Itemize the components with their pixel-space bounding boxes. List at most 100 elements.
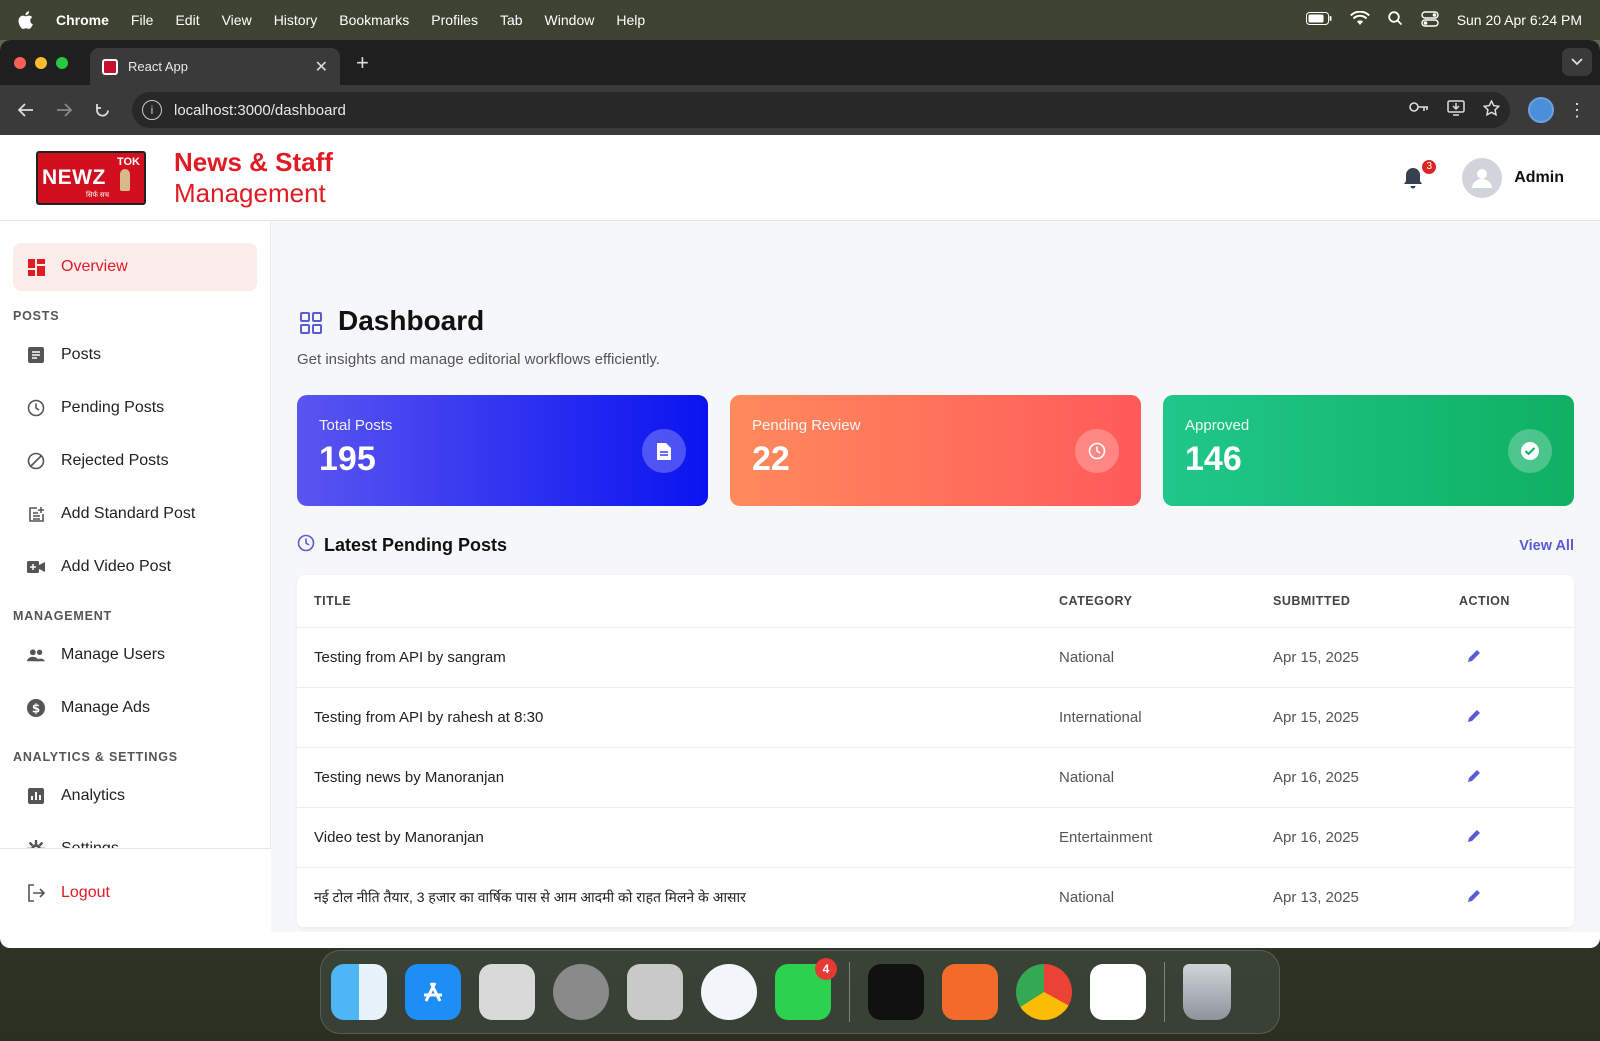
menu-file[interactable]: File bbox=[131, 12, 154, 28]
address-bar[interactable]: i localhost:3000/dashboard bbox=[132, 92, 1510, 128]
bar-chart-icon bbox=[27, 787, 45, 805]
sidebar-item-add-video-post[interactable]: Add Video Post bbox=[13, 543, 257, 591]
table-row[interactable]: Testing from API by sangram National Apr… bbox=[297, 627, 1574, 688]
back-arrow-icon[interactable] bbox=[14, 98, 38, 122]
sidebar-item-manage-ads[interactable]: $ Manage Ads bbox=[13, 684, 257, 732]
cell-category: National bbox=[1042, 867, 1256, 928]
menu-app-name[interactable]: Chrome bbox=[56, 12, 109, 28]
menu-bookmarks[interactable]: Bookmarks bbox=[339, 12, 409, 28]
user-name[interactable]: Admin bbox=[1514, 169, 1564, 187]
spotlight-search-icon[interactable] bbox=[1387, 11, 1403, 29]
postman-icon[interactable] bbox=[942, 964, 998, 1020]
logout-icon bbox=[27, 884, 45, 902]
new-tab-icon[interactable]: + bbox=[356, 50, 369, 76]
cell-submitted: Apr 16, 2025 bbox=[1256, 747, 1442, 808]
cube-app-icon[interactable] bbox=[868, 964, 924, 1020]
more-menu-icon[interactable]: ⋮ bbox=[1568, 100, 1586, 121]
control-center-icon[interactable] bbox=[1420, 10, 1439, 30]
bookmark-star-icon[interactable] bbox=[1482, 98, 1501, 121]
tab-react-app[interactable]: React App ✕ bbox=[90, 48, 340, 85]
menu-edit[interactable]: Edit bbox=[175, 12, 199, 28]
pending-posts-table: TITLE CATEGORY SUBMITTED ACTION Testing … bbox=[297, 575, 1574, 928]
battery-icon[interactable] bbox=[1305, 12, 1332, 28]
sidebar-item-pending-posts[interactable]: Pending Posts bbox=[13, 384, 257, 432]
edit-pencil-icon[interactable] bbox=[1467, 769, 1482, 787]
dollar-circle-icon: $ bbox=[27, 699, 45, 717]
forward-arrow-icon[interactable] bbox=[52, 98, 76, 122]
sidebar-item-add-standard-post[interactable]: Add Standard Post bbox=[13, 490, 257, 538]
sidebar-item-posts[interactable]: Posts bbox=[13, 331, 257, 379]
iphone-mirroring-icon[interactable] bbox=[627, 964, 683, 1020]
stat-card-total-posts[interactable]: Total Posts 195 bbox=[297, 395, 708, 506]
menu-tab[interactable]: Tab bbox=[500, 12, 523, 28]
table-row[interactable]: Testing news by Manoranjan National Apr … bbox=[297, 747, 1574, 808]
logout-button[interactable]: Logout bbox=[13, 869, 258, 917]
edit-pencil-icon[interactable] bbox=[1467, 889, 1482, 907]
menu-profiles[interactable]: Profiles bbox=[431, 12, 478, 28]
edit-pencil-icon[interactable] bbox=[1467, 709, 1482, 727]
stat-label: Pending Review bbox=[752, 417, 861, 434]
dock-separator bbox=[849, 962, 850, 1022]
page-subtitle: Get insights and manage editorial workfl… bbox=[297, 351, 660, 368]
page-title-text: Dashboard bbox=[338, 305, 485, 336]
people-icon bbox=[27, 646, 45, 664]
table-row[interactable]: नई टोल नीति तैयार, 3 हजार का वार्षिक पास… bbox=[297, 867, 1574, 928]
sidebar-item-rejected-posts[interactable]: Rejected Posts bbox=[13, 437, 257, 485]
stat-label: Approved bbox=[1185, 417, 1250, 434]
article-icon bbox=[27, 346, 45, 364]
chrome-icon[interactable] bbox=[1016, 964, 1072, 1020]
table-row[interactable]: Testing from API by rahesh at 8:30 Inter… bbox=[297, 687, 1574, 748]
table-row[interactable]: Video test by Manoranjan Entertainment A… bbox=[297, 807, 1574, 868]
app-store-icon[interactable] bbox=[405, 964, 461, 1020]
system-settings-icon[interactable] bbox=[553, 964, 609, 1020]
close-tab-icon[interactable]: ✕ bbox=[315, 57, 328, 77]
view-all-link[interactable]: View All bbox=[1519, 538, 1574, 554]
close-window-button[interactable] bbox=[14, 56, 26, 69]
stat-card-pending-review[interactable]: Pending Review 22 bbox=[730, 395, 1141, 506]
apple-icon[interactable] bbox=[18, 11, 34, 29]
post-add-icon bbox=[27, 505, 45, 523]
reload-icon[interactable] bbox=[90, 98, 114, 122]
browser-toolbar: i localhost:3000/dashboard ⋮ bbox=[0, 85, 1600, 135]
notification-bell-icon[interactable]: 3 bbox=[1402, 157, 1439, 190]
wifi-icon[interactable] bbox=[1349, 10, 1370, 29]
sidebar-item-manage-users[interactable]: Manage Users bbox=[13, 631, 257, 679]
menu-help[interactable]: Help bbox=[616, 12, 645, 28]
user-avatar-icon[interactable] bbox=[1462, 157, 1503, 198]
site-info-icon[interactable]: i bbox=[142, 100, 162, 120]
minimize-window-button[interactable] bbox=[35, 56, 47, 69]
sidebar-item-overview[interactable]: Overview bbox=[13, 243, 257, 291]
profile-avatar[interactable] bbox=[1528, 97, 1554, 123]
edit-pencil-icon[interactable] bbox=[1467, 649, 1482, 667]
sidebar: Overview POSTS Posts Pending Posts Rejec bbox=[0, 221, 271, 932]
install-app-icon[interactable] bbox=[1447, 99, 1465, 121]
slack-icon[interactable] bbox=[1090, 964, 1146, 1020]
column-header-submitted: SUBMITTED bbox=[1256, 575, 1442, 628]
trash-icon[interactable] bbox=[1183, 964, 1231, 1020]
menu-window[interactable]: Window bbox=[545, 12, 595, 28]
url-text[interactable]: localhost:3000/dashboard bbox=[174, 102, 346, 119]
cell-submitted: Apr 13, 2025 bbox=[1256, 867, 1442, 928]
edit-pencil-icon[interactable] bbox=[1467, 829, 1482, 847]
cell-title: Testing from API by sangram bbox=[297, 627, 1042, 688]
cell-title: Testing news by Manoranjan bbox=[297, 747, 1042, 808]
cell-submitted: Apr 15, 2025 bbox=[1256, 627, 1442, 688]
finder-icon[interactable] bbox=[331, 964, 387, 1020]
menu-history[interactable]: History bbox=[274, 12, 318, 28]
launchpad-icon[interactable] bbox=[479, 964, 535, 1020]
macos-menubar: Chrome File Edit View History Bookmarks … bbox=[0, 0, 1600, 40]
logo-tok: TOK bbox=[116, 155, 140, 168]
newztok-logo[interactable]: NEWZ TOK सिर्फ सच bbox=[36, 150, 146, 205]
password-key-icon[interactable] bbox=[1409, 100, 1429, 121]
tab-title: React App bbox=[128, 59, 188, 74]
tab-search-chevron-icon[interactable] bbox=[1562, 48, 1592, 76]
stat-card-approved[interactable]: Approved 146 bbox=[1163, 395, 1574, 506]
zoom-window-button[interactable] bbox=[56, 56, 68, 69]
menubar-clock[interactable]: Sun 20 Apr 6:24 PM bbox=[1457, 12, 1582, 28]
microphone-icon bbox=[120, 168, 130, 191]
window-controls bbox=[14, 56, 68, 69]
whatsapp-icon[interactable]: 4 bbox=[775, 958, 837, 1020]
menu-view[interactable]: View bbox=[222, 12, 252, 28]
safari-icon[interactable] bbox=[701, 964, 757, 1020]
sidebar-item-analytics[interactable]: Analytics bbox=[13, 772, 257, 820]
